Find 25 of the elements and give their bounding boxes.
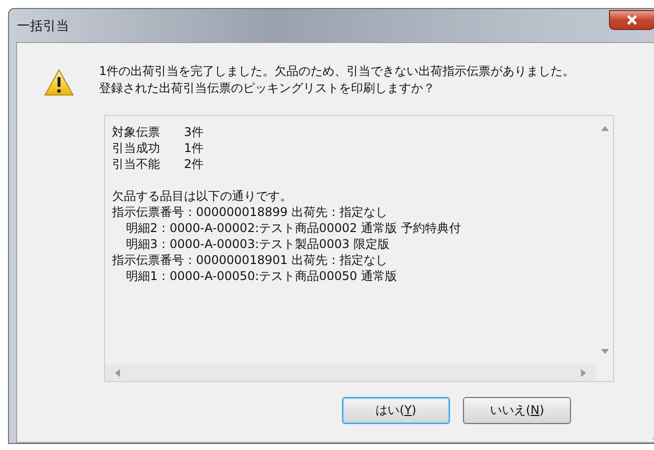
summary-value: 2件 bbox=[184, 156, 204, 172]
order-line: 指示伝票番号：000000018901 出荷先：指定なし bbox=[112, 253, 388, 267]
summary-label: 対象伝票 bbox=[112, 124, 161, 140]
window-title: 一括引当 bbox=[17, 18, 69, 34]
detail-line: 明細1：0000-A-00050:テスト商品00050 通常版 bbox=[126, 269, 397, 283]
detail-line: 明細3：0000-A-00003:テスト製品0003 限定版 bbox=[126, 237, 390, 251]
message-text: 1件の出荷引当を完了しました。欠品のため、引当できない出荷指示伝票がありました。 bbox=[99, 63, 575, 80]
scroll-left-icon[interactable] bbox=[115, 368, 120, 376]
close-button[interactable] bbox=[609, 10, 654, 30]
scroll-down-icon[interactable] bbox=[600, 349, 608, 354]
warning-icon bbox=[44, 69, 74, 96]
horizontal-scrollbar[interactable] bbox=[105, 364, 596, 381]
summary-label: 引当成功 bbox=[112, 140, 161, 156]
order-line: 指示伝票番号：000000018899 出荷先：指定なし bbox=[112, 205, 388, 219]
scroll-up-icon[interactable] bbox=[600, 126, 608, 131]
summary-label: 引当不能 bbox=[112, 156, 161, 172]
summary-value: 3件 bbox=[184, 124, 204, 140]
detail-line: 明細2：0000-A-00002:テスト商品00002 通常版 予約特典付 bbox=[126, 221, 461, 235]
note-text: 欠品する品目は以下の通りです。 bbox=[112, 189, 292, 203]
dialog-button[interactable]: いいえ(N) bbox=[463, 397, 571, 424]
dialog-button[interactable]: はい(Y) bbox=[342, 397, 450, 424]
summary-value: 1件 bbox=[184, 140, 204, 156]
close-icon bbox=[626, 14, 638, 24]
scroll-right-icon[interactable] bbox=[581, 368, 586, 376]
message-text: 登録された出荷引当伝票のピッキングリストを印刷しますか？ bbox=[99, 80, 436, 97]
